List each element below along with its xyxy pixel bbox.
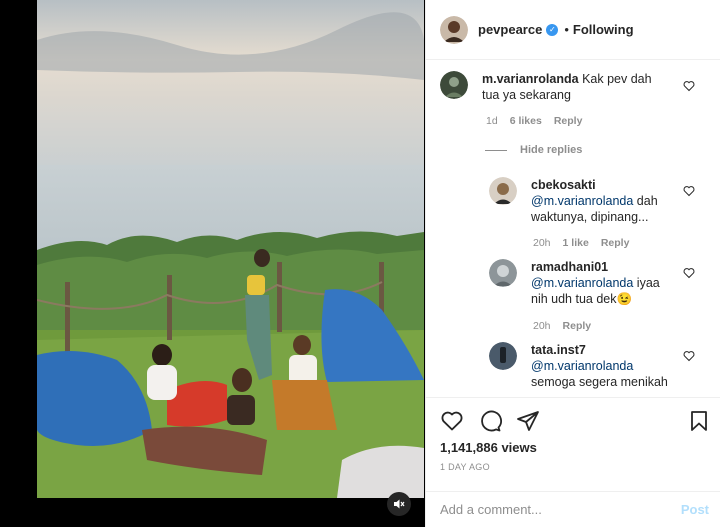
comment-body: m.varianrolanda Kak pev dah tua ya sekar… [482,71,662,103]
following-button[interactable]: Following [573,22,634,37]
reply-like-heart-icon[interactable] [683,267,695,279]
reply-likes[interactable]: 1 like [563,237,589,249]
reply-body: tata.inst7 @m.varianrolanda semoga seger… [531,342,671,390]
hide-replies-button[interactable]: Hide replies [485,144,582,156]
mute-button[interactable] [387,492,411,516]
heart-icon[interactable] [440,409,464,433]
reply-avatar[interactable] [489,259,517,287]
comment-avatar[interactable] [440,71,468,99]
comment-item: m.varianrolanda Kak pev dah tua ya sekar… [440,71,662,103]
comment-like-heart-icon[interactable] [683,80,695,92]
post-date[interactable]: 1 DAY AGO [440,462,490,472]
reply-like-heart-icon[interactable] [683,350,695,362]
post-side-panel: pevpearce ✓ • Following m.varianrolanda … [425,0,720,527]
hide-replies-label: Hide replies [520,144,583,156]
bookmark-icon[interactable] [687,409,711,433]
comment-time: 1d [486,115,498,127]
comments-list[interactable]: m.varianrolanda Kak pev dah tua ya sekar… [426,61,720,397]
reply-mention[interactable]: @m.varianrolanda [531,194,633,208]
reply-body: ramadhani01 @m.varianrolanda iyaa nih ud… [531,259,661,307]
post-video[interactable] [37,0,424,498]
reply-username[interactable]: cbekosakti [531,178,596,192]
comment-input[interactable] [440,502,640,517]
reply-like-heart-icon[interactable] [683,185,695,197]
mute-icon [394,499,405,509]
verified-badge-icon: ✓ [546,23,559,36]
reply-meta: 20h Reply [533,320,591,332]
author-username[interactable]: pevpearce [478,22,542,37]
reply-item: ramadhani01 @m.varianrolanda iyaa nih ud… [489,259,661,307]
reply-avatar[interactable] [489,177,517,205]
reply-time: 20h [533,237,551,249]
post-comment-button[interactable]: Post [681,502,709,517]
post-header: pevpearce ✓ • Following [426,0,720,60]
reply-avatar[interactable] [489,342,517,370]
reply-username[interactable]: ramadhani01 [531,260,608,274]
reply-username[interactable]: tata.inst7 [531,343,586,357]
author-avatar[interactable] [440,15,468,44]
comment-username[interactable]: m.varianrolanda [482,72,579,86]
reply-reply-button[interactable]: Reply [563,320,592,332]
action-icons [440,409,540,433]
hide-replies-line [485,149,507,151]
reply-time: 20h [533,320,551,332]
comment-reply-button[interactable]: Reply [554,115,583,127]
comment-meta: 1d 6 likes Reply [486,115,582,127]
share-icon[interactable] [516,409,540,433]
comment-icon[interactable] [478,409,502,433]
reply-body: cbekosakti @m.varianrolanda dah waktunya… [531,177,661,225]
reply-mention[interactable]: @m.varianrolanda [531,276,633,290]
reply-item: tata.inst7 @m.varianrolanda semoga seger… [489,342,671,390]
reply-mention[interactable]: @m.varianrolanda [531,359,633,373]
view-count[interactable]: 1,141,886 views [440,440,537,455]
instagram-post-viewer: pevpearce ✓ • Following m.varianrolanda … [0,0,720,527]
comment-likes[interactable]: 6 likes [510,115,542,127]
header-separator: • [564,22,569,37]
reply-emoji: 😉 [616,292,633,306]
reply-reply-button[interactable]: Reply [601,237,630,249]
reply-meta: 20h 1 like Reply [533,237,629,249]
reply-item: cbekosakti @m.varianrolanda dah waktunya… [489,177,661,225]
reply-text: semoga segera menikah [531,375,668,389]
video-frame [37,0,424,498]
post-actions: 1,141,886 views 1 DAY AGO [426,397,720,491]
add-comment-bar: Post [426,491,720,527]
